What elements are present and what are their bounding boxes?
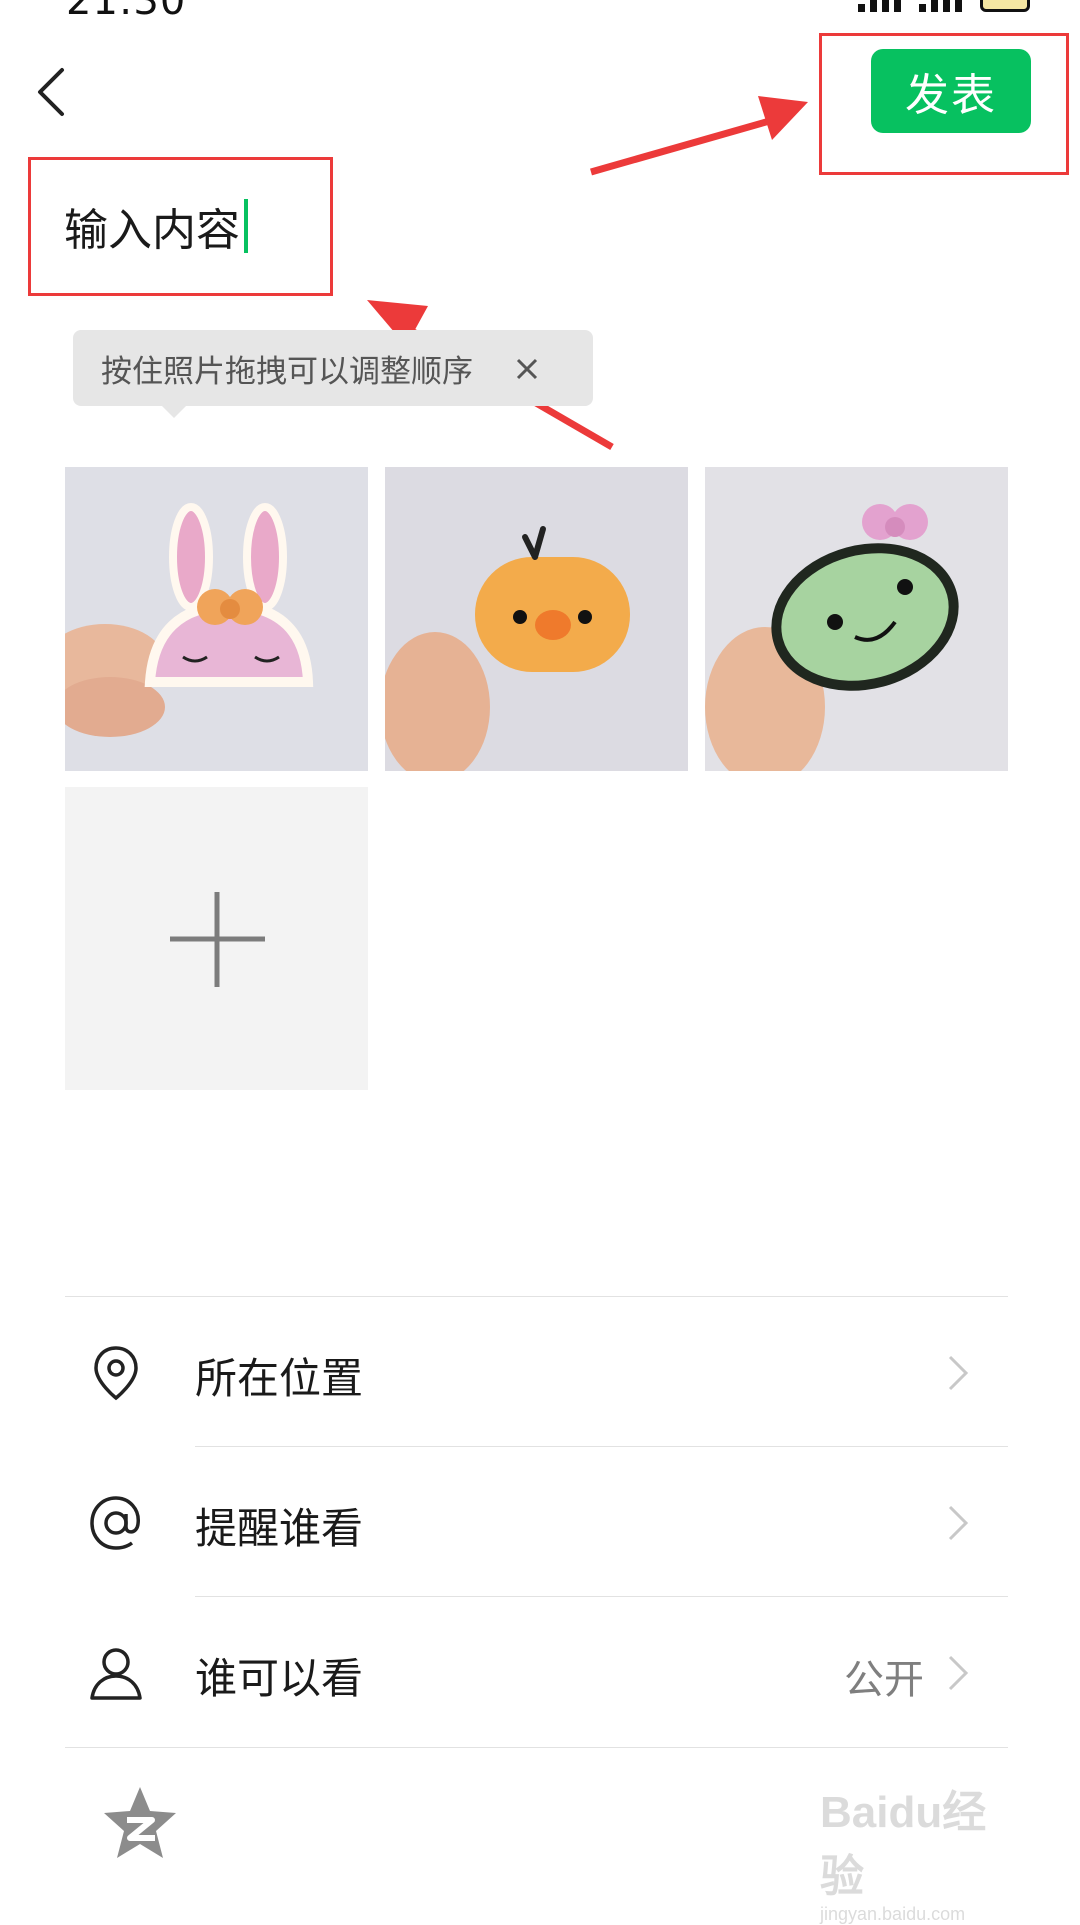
location-label: 所在位置 bbox=[195, 1354, 364, 1403]
mention-label: 提醒谁看 bbox=[195, 1504, 364, 1553]
pink-bunny-crochet-photo bbox=[65, 467, 368, 771]
chevron-right-icon bbox=[948, 1355, 969, 1391]
orange-chick-crochet-photo bbox=[385, 467, 688, 771]
photo-thumbnail-3[interactable] bbox=[705, 467, 1008, 771]
at-sign-icon bbox=[90, 1496, 140, 1550]
drag-tip-text: 按住照片拖拽可以调整顺序 bbox=[101, 353, 473, 390]
photo-thumbnail-2[interactable] bbox=[385, 467, 688, 771]
location-pin-icon bbox=[94, 1346, 138, 1401]
photo-thumbnail-1[interactable] bbox=[65, 467, 368, 771]
watermark-url: jingyan.baidu.com bbox=[820, 1904, 966, 1924]
divider-bottom bbox=[65, 1747, 1008, 1748]
tip-close-button[interactable] bbox=[506, 348, 548, 390]
visibility-row[interactable]: 谁可以看 公开 bbox=[65, 1597, 1008, 1747]
person-icon bbox=[90, 1648, 142, 1700]
qzone-share-toggle[interactable] bbox=[100, 1783, 180, 1863]
visibility-label: 谁可以看 bbox=[195, 1654, 364, 1703]
plus-icon bbox=[170, 892, 265, 987]
annotation-arrows bbox=[367, 96, 808, 451]
visibility-value: 公开 bbox=[844, 1657, 924, 1703]
annotation-arrow-publish bbox=[590, 114, 781, 176]
drag-tip-tail bbox=[160, 404, 188, 418]
close-icon bbox=[516, 358, 538, 380]
add-photo-button[interactable] bbox=[65, 787, 368, 1090]
watermark-brand: Baidu经验 bbox=[820, 1788, 987, 1901]
location-row[interactable]: 所在位置 bbox=[65, 1297, 1008, 1447]
green-frog-crochet-photo bbox=[705, 467, 1008, 771]
qzone-star-icon bbox=[104, 1787, 176, 1858]
baidu-watermark: Baidu经验 jingyan.baidu.com bbox=[820, 1776, 1020, 1924]
chevron-right-icon bbox=[948, 1505, 969, 1541]
chevron-right-icon bbox=[948, 1655, 969, 1691]
mention-row[interactable]: 提醒谁看 bbox=[65, 1447, 1008, 1597]
annotation-arrowhead-publish bbox=[758, 96, 808, 140]
